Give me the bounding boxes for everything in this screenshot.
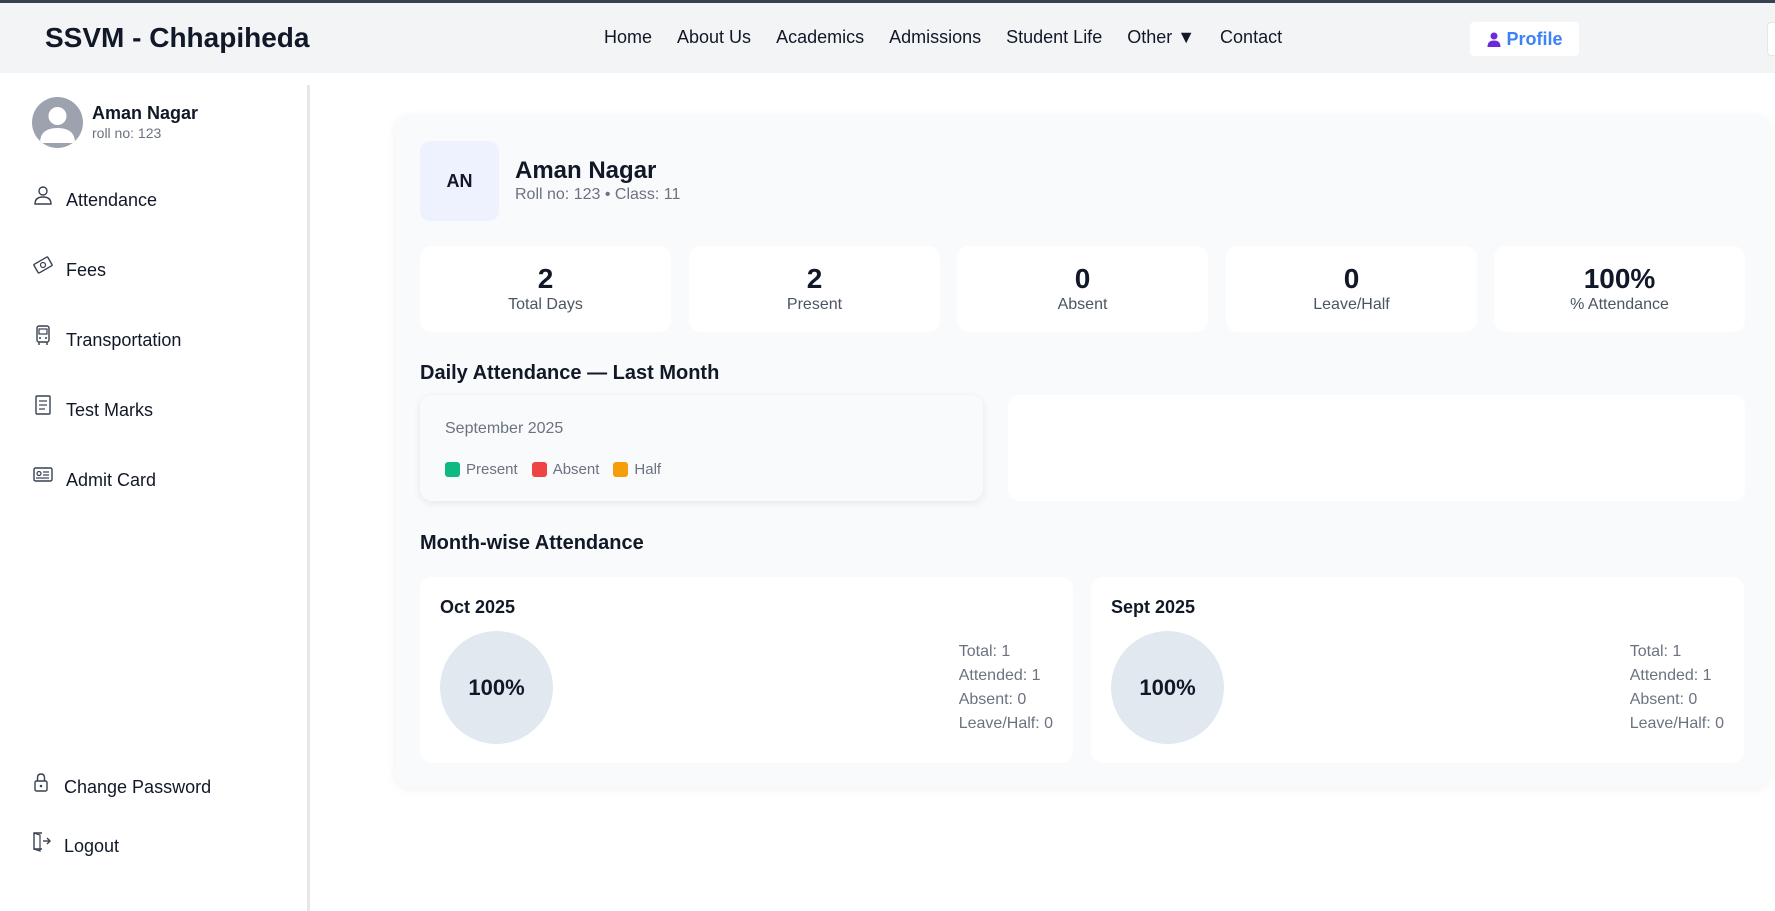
nav-academics[interactable]: Academics xyxy=(776,27,864,48)
user-icon xyxy=(1487,32,1501,47)
stat-value: 0 xyxy=(1074,263,1091,294)
month-card-stats: Total: 1 Attended: 1 Absent: 0 Leave/Hal… xyxy=(959,640,1053,736)
stat-value: 100% xyxy=(1583,263,1656,294)
month-absent: Absent: 0 xyxy=(1629,691,1698,708)
profile-button[interactable]: Profile xyxy=(1470,22,1579,56)
nav-home[interactable]: Home xyxy=(604,27,652,48)
user-icon xyxy=(32,184,54,206)
sidebar-item-label: Test Marks xyxy=(66,400,154,420)
sidebar-item-fees[interactable]: Fees xyxy=(32,256,107,281)
sidebar-item-attendance[interactable]: Attendance xyxy=(32,186,158,211)
nav-student-life[interactable]: Student Life xyxy=(1006,27,1102,48)
main-nav: Home About Us Academics Admissions Stude… xyxy=(604,27,1282,48)
student-name: Aman Nagar xyxy=(515,157,657,184)
document-icon xyxy=(32,394,54,416)
month-leave-half: Leave/Half: 0 xyxy=(1629,715,1724,732)
sidebar-user-name: Aman Nagar xyxy=(92,103,199,123)
legend-label: Half xyxy=(634,461,662,478)
stat-value: 2 xyxy=(537,263,554,294)
daily-detail-panel xyxy=(1008,395,1745,501)
monthwise-attendance-title: Month-wise Attendance xyxy=(420,532,644,554)
sidebar-item-label: Admit Card xyxy=(66,470,157,490)
sidebar-item-label: Change Password xyxy=(64,777,212,797)
calendar-month: September 2025 xyxy=(445,420,564,437)
sidebar-item-test-marks[interactable]: Test Marks xyxy=(32,395,154,421)
month-card-title: Sept 2025 xyxy=(1111,597,1196,617)
legend-absent: Absent xyxy=(531,461,600,478)
month-card-title: Oct 2025 xyxy=(440,597,516,617)
lock-icon xyxy=(30,771,52,793)
stat-value: 2 xyxy=(806,263,823,294)
sidebar-item-label: Fees xyxy=(66,260,107,280)
edge-button[interactable] xyxy=(1767,22,1775,56)
sidebar-item-admit-card[interactable]: Admit Card xyxy=(32,467,157,491)
month-attended: Attended: 1 xyxy=(1629,667,1712,684)
legend-label: Present xyxy=(466,461,518,478)
nav-admissions[interactable]: Admissions xyxy=(889,27,981,48)
stat-leave-half: 0 Leave/Half xyxy=(1226,246,1477,332)
month-card-sept-2025: Sept 2025 100% Total: 1 Attended: 1 Abse… xyxy=(1091,577,1744,763)
nav-contact[interactable]: Contact xyxy=(1220,27,1282,48)
month-total: Total: 1 xyxy=(958,643,1011,660)
id-card-icon xyxy=(32,464,54,486)
profile-label: Profile xyxy=(1506,28,1563,49)
logout-icon xyxy=(30,830,52,852)
stat-absent: 0 Absent xyxy=(957,246,1208,332)
stat-present: 2 Present xyxy=(689,246,940,332)
sidebar-user-roll: roll no: 123 xyxy=(92,125,162,141)
sidebar-item-logout[interactable]: Logout xyxy=(30,832,120,857)
sidebar-item-label: Attendance xyxy=(66,190,158,210)
sidebar-item-label: Logout xyxy=(64,836,120,856)
month-card-stats: Total: 1 Attended: 1 Absent: 0 Leave/Hal… xyxy=(1630,640,1724,736)
navbar: SSVM - Chhapiheda Home About Us Academic… xyxy=(0,3,1775,73)
sidebar-item-transportation[interactable]: Transportation xyxy=(32,325,182,351)
student-initials-badge: AN xyxy=(420,141,499,221)
bus-icon xyxy=(32,324,54,346)
legend-swatch-absent xyxy=(531,462,547,477)
nav-other-dropdown[interactable]: Other ▼ xyxy=(1127,27,1195,48)
legend-present: Present xyxy=(445,461,518,478)
stat-label: Absent xyxy=(1057,296,1108,313)
legend-label: Absent xyxy=(552,461,600,478)
stat-label: Leave/Half xyxy=(1313,296,1390,313)
legend-half: Half xyxy=(613,461,661,478)
avatar xyxy=(32,97,83,148)
month-total: Total: 1 xyxy=(1629,643,1682,660)
month-attended: Attended: 1 xyxy=(958,667,1041,684)
stat-total-days: 2 Total Days xyxy=(420,246,671,332)
month-card-oct-2025: Oct 2025 100% Total: 1 Attended: 1 Absen… xyxy=(420,577,1073,763)
month-leave-half: Leave/Half: 0 xyxy=(958,715,1053,732)
daily-attendance-title: Daily Attendance — Last Month xyxy=(420,362,720,384)
money-icon xyxy=(32,254,54,276)
site-title[interactable]: SSVM - Chhapiheda xyxy=(45,22,309,54)
student-meta: Roll no: 123 • Class: 11 xyxy=(515,186,681,203)
attendance-ring: 100% xyxy=(440,631,553,744)
calendar-legend: Present Absent Half xyxy=(445,461,661,478)
stat-label: Present xyxy=(786,296,843,313)
legend-swatch-present xyxy=(445,462,460,477)
stat-value: 0 xyxy=(1343,263,1360,294)
daily-calendar-card: September 2025 Present Absent Half xyxy=(420,395,983,501)
nav-about-us[interactable]: About Us xyxy=(677,27,751,48)
sidebar-item-change-password[interactable]: Change Password xyxy=(30,773,212,798)
legend-swatch-half xyxy=(613,462,629,477)
attendance-ring: 100% xyxy=(1111,631,1224,744)
month-absent: Absent: 0 xyxy=(958,691,1027,708)
stat-label: % Attendance xyxy=(1570,296,1669,313)
stat-attendance-percent: 100% % Attendance xyxy=(1494,246,1745,332)
sidebar-item-label: Transportation xyxy=(66,330,182,350)
stat-label: Total Days xyxy=(508,296,583,313)
sidebar-divider xyxy=(307,85,310,911)
